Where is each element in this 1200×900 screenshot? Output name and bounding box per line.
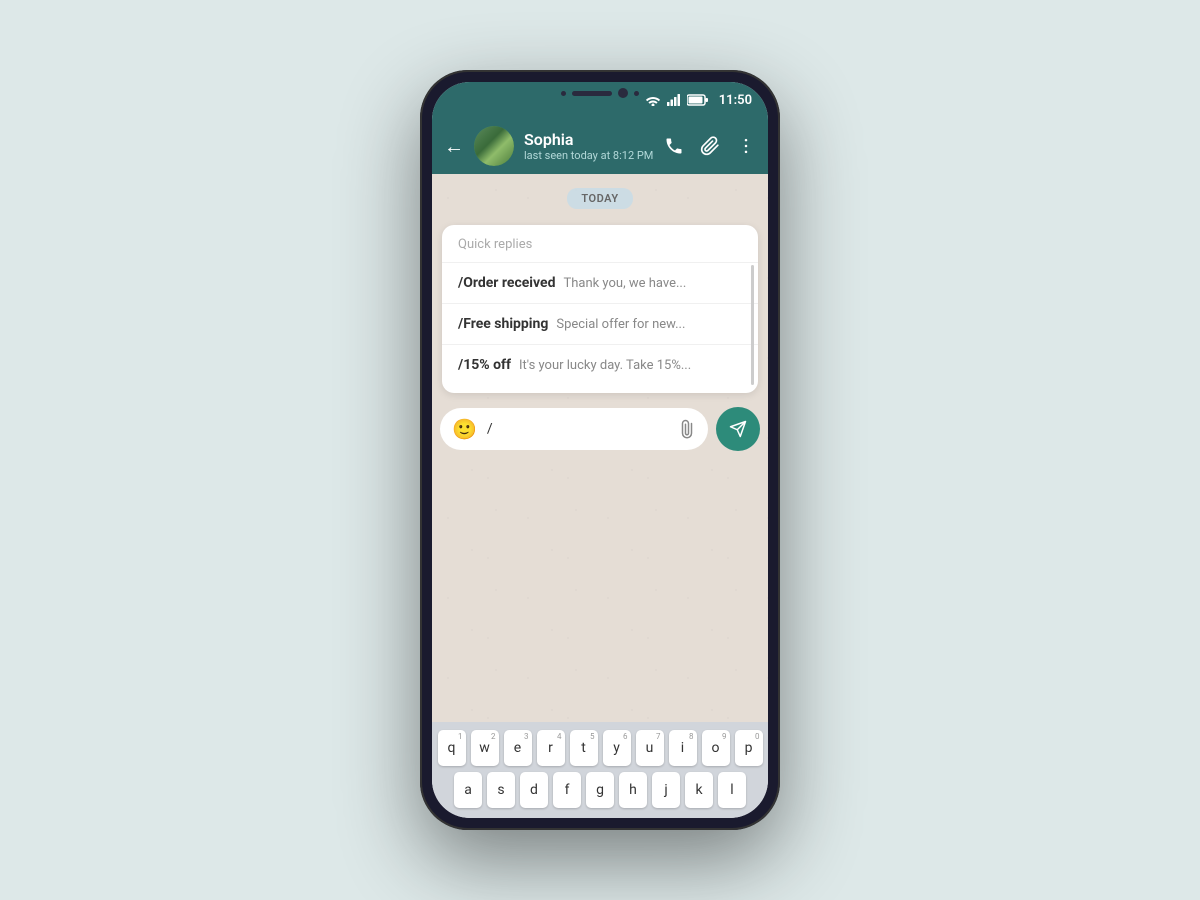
key-j[interactable]: j	[652, 772, 680, 808]
front-camera-dot	[561, 91, 566, 96]
front-camera	[618, 88, 628, 98]
quick-replies-panel: Quick replies /Order received Thank you,…	[442, 225, 758, 393]
chat-body: TODAY Quick replies /Order received Than…	[432, 174, 768, 722]
keyboard-row-1: 1q 2w 3e 4r 5t 6y 7u 8i 9o 0p	[436, 730, 764, 766]
attachment-icon[interactable]	[700, 136, 720, 156]
phone-notch	[561, 88, 639, 98]
send-icon	[729, 420, 747, 438]
key-a[interactable]: a	[454, 772, 482, 808]
key-f[interactable]: f	[553, 772, 581, 808]
quick-reply-item-2[interactable]: /Free shipping Special offer for new...	[442, 303, 758, 344]
key-o[interactable]: 9o	[702, 730, 730, 766]
earpiece	[572, 91, 612, 96]
key-e[interactable]: 3e	[504, 730, 532, 766]
key-w[interactable]: 2w	[471, 730, 499, 766]
quick-reply-preview-2: Special offer for new...	[556, 317, 685, 332]
scroll-indicator	[751, 265, 754, 385]
date-divider: TODAY	[432, 174, 768, 217]
key-s[interactable]: s	[487, 772, 515, 808]
keyboard-row-2: a s d f g h j k l	[436, 772, 764, 808]
wifi-icon	[645, 94, 661, 106]
contact-avatar[interactable]	[474, 126, 514, 166]
phone-frame: 11:50 ← Sophia last seen today at 8:12 P…	[420, 70, 780, 830]
call-icon[interactable]	[664, 136, 684, 156]
message-input-text[interactable]: /	[487, 421, 668, 437]
quick-reply-shortcut-2: /Free shipping	[458, 316, 548, 332]
key-d[interactable]: d	[520, 772, 548, 808]
message-input-box[interactable]: 🙂 /	[440, 408, 708, 450]
key-t[interactable]: 5t	[570, 730, 598, 766]
quick-reply-item-3[interactable]: /15% off It's your lucky day. Take 15%..…	[442, 344, 758, 385]
more-options-icon[interactable]	[736, 136, 756, 156]
attach-button[interactable]	[674, 416, 699, 441]
key-l[interactable]: l	[718, 772, 746, 808]
key-h[interactable]: h	[619, 772, 647, 808]
quick-reply-preview-1: Thank you, we have...	[563, 276, 686, 291]
sensor-dot	[634, 91, 639, 96]
quick-reply-item-1[interactable]: /Order received Thank you, we have...	[442, 262, 758, 303]
key-k[interactable]: k	[685, 772, 713, 808]
header-actions	[664, 136, 756, 156]
quick-reply-preview-3: It's your lucky day. Take 15%...	[519, 358, 691, 373]
signal-icon	[667, 94, 681, 106]
contact-name: Sophia	[524, 130, 654, 149]
contact-info: Sophia last seen today at 8:12 PM	[524, 130, 654, 162]
quick-replies-title: Quick replies	[442, 237, 758, 262]
key-q[interactable]: 1q	[438, 730, 466, 766]
key-g[interactable]: g	[586, 772, 614, 808]
phone-screen: 11:50 ← Sophia last seen today at 8:12 P…	[432, 82, 768, 818]
quick-reply-shortcut-1: /Order received	[458, 275, 555, 291]
message-input-row: 🙂 /	[432, 401, 768, 457]
key-y[interactable]: 6y	[603, 730, 631, 766]
key-r[interactable]: 4r	[537, 730, 565, 766]
quick-reply-shortcut-3: /15% off	[458, 357, 511, 373]
today-label: TODAY	[567, 188, 632, 209]
send-button[interactable]	[716, 407, 760, 451]
chat-header: ← Sophia last seen today at 8:12 PM	[432, 118, 768, 174]
on-screen-keyboard: 1q 2w 3e 4r 5t 6y 7u 8i 9o 0p a s d f g …	[432, 722, 768, 818]
key-i[interactable]: 8i	[669, 730, 697, 766]
contact-status: last seen today at 8:12 PM	[524, 149, 654, 162]
battery-icon	[687, 94, 709, 106]
status-time: 11:50	[719, 93, 752, 108]
back-button[interactable]: ←	[444, 134, 464, 159]
key-u[interactable]: 7u	[636, 730, 664, 766]
key-p[interactable]: 0p	[735, 730, 763, 766]
emoji-button[interactable]: 🙂	[452, 417, 477, 441]
